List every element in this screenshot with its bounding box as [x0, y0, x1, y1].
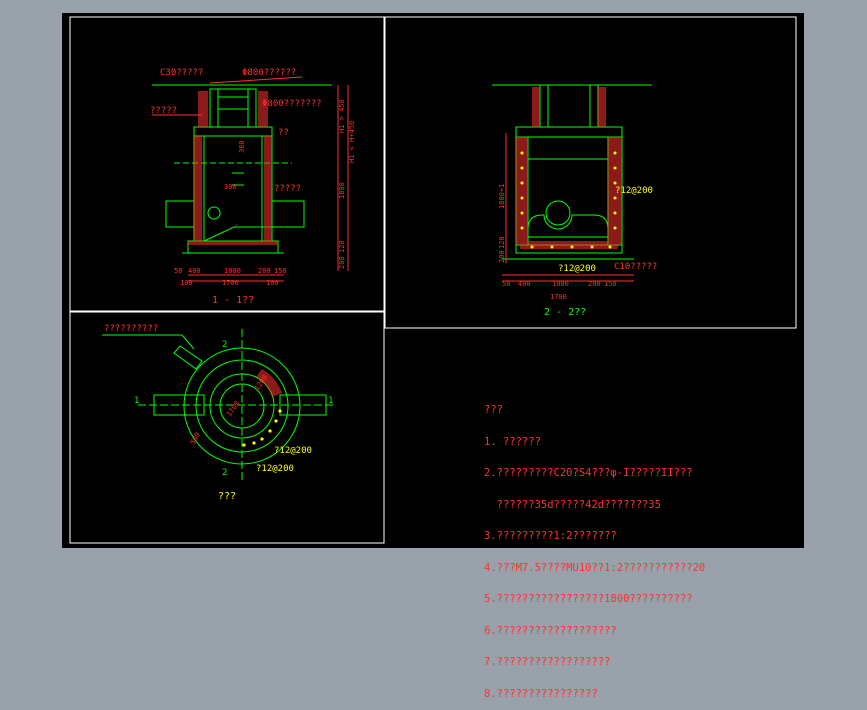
plan-text: ?????????? 2 2 1 1 ?12@200 ?12@200 ??? 5…: [104, 324, 333, 502]
section-1-1-title: 1 - 1??: [212, 295, 254, 306]
dim2-total: 1700: [550, 293, 567, 301]
section-2-2-rebar: [520, 151, 617, 249]
cut-2-top: 2: [222, 340, 227, 350]
step-label: ?????: [274, 184, 301, 194]
right-dim-3: 1800: [338, 182, 346, 199]
dim2-left-2: 120: [498, 236, 506, 249]
ground-label: ?????: [150, 106, 177, 116]
dim-360: 360: [238, 140, 246, 153]
pipe-top-label: Φ800???????: [262, 99, 322, 109]
dim2-bottom-1: 50: [502, 280, 510, 288]
dim2-bottom-2: 400: [518, 280, 531, 288]
dim-bottom-5: 150: [274, 267, 287, 275]
right-dim-5: 200: [338, 256, 346, 269]
plan-leader-label: ??????????: [104, 324, 158, 334]
right-dim-4: 120: [338, 240, 346, 253]
dim-bottom-4: 200: [258, 267, 271, 275]
dim2-left-3: 200: [498, 250, 506, 263]
cut-2-bottom: 2: [222, 468, 227, 478]
note-5: 5.?????????????????1800??????????: [484, 593, 693, 605]
frame-label: Φ800??????: [242, 68, 296, 78]
section-1-1-hatch: [188, 91, 278, 245]
section-2-2-title: 2 - 2??: [544, 307, 586, 318]
note-6: 6.???????????????????: [484, 624, 617, 637]
rebar-bottom-label: ?12@200: [558, 264, 596, 274]
note-4: 4.???M7.5????MU10??1:2???????????20: [484, 561, 706, 574]
cover-label: C30?????: [160, 68, 203, 78]
dim2-left-1: 1800+1: [498, 184, 506, 209]
dim-bottom-2: 400: [188, 267, 201, 275]
side-label: ??: [278, 128, 289, 138]
note-8: 8.????????????????: [484, 687, 598, 700]
right-dim-1: H1 > 450: [338, 99, 346, 133]
dim-bottom-8: 100: [266, 279, 279, 287]
cut-1-left: 1: [134, 396, 139, 406]
rebar-side-label: ?12@200: [615, 186, 653, 196]
note-7: 7.??????????????????: [484, 656, 611, 668]
note-2-cont: ??????35d?????42d???????35: [484, 498, 662, 511]
note-3: 3.?????????1:2???????: [484, 530, 617, 542]
plan-rebar-1: ?12@200: [274, 446, 312, 456]
dim-bottom-7: 1700: [222, 279, 239, 287]
plan-rebar-2: ?12@200: [256, 464, 294, 474]
note-2: 2.?????????C20?S4???φ-I?????II???: [484, 467, 693, 479]
dim2-bottom-5: 150: [604, 280, 617, 288]
plan-dim-inner: 1700: [225, 400, 241, 418]
dim-bottom-3: 1000: [224, 267, 241, 275]
section-1-1-text: C30????? Φ800?????? Φ800??????? ????? ??…: [150, 68, 322, 306]
section-2-2-hatch: [516, 87, 622, 249]
note-1: 1. ??????: [484, 435, 541, 448]
dim2-bottom-4: 200: [588, 280, 601, 288]
concrete-label: C10?????: [614, 262, 657, 272]
dim-300: 300: [224, 183, 237, 191]
notes-title: ???: [484, 404, 503, 416]
dim-bottom-6: 100: [180, 279, 193, 287]
general-notes: ??? 1. ?????? 2.?????????C20?S4???φ-I???…: [484, 384, 705, 710]
plan-title: ???: [218, 491, 236, 502]
cut-1-right: 1: [328, 396, 333, 406]
dim-bottom-1: 50: [174, 267, 182, 275]
dim2-bottom-3: 1000: [552, 280, 569, 288]
right-dim-2: H1 < H+450: [348, 121, 356, 163]
plan-drawing: [102, 329, 336, 483]
